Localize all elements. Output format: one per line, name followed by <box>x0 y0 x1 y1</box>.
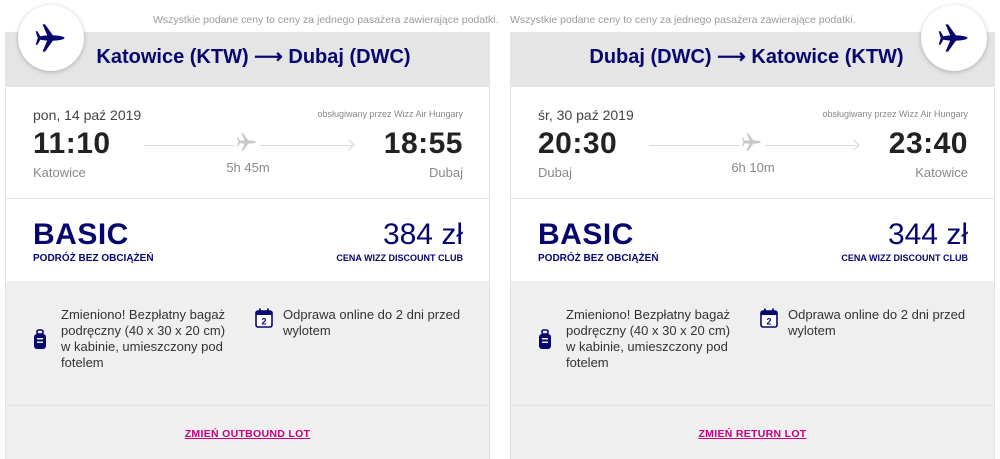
cabin-bag-icon <box>539 329 551 349</box>
operator-note: obsługiwany przez Wizz Air Hungary <box>317 109 463 119</box>
arrival-city: Katowice <box>915 165 968 180</box>
fare-name: BASIC <box>538 218 634 251</box>
cabin-bag-benefit: Zmieniono! Bezpłatny bagaż podręczny (40… <box>61 307 226 370</box>
flight-duration: 6h 10m <box>731 160 775 175</box>
small-plane-icon <box>739 129 765 155</box>
fare-name: BASIC <box>33 218 129 251</box>
outbound-flight-card: Wszystkie podane ceny to ceny za jednego… <box>5 0 499 459</box>
flight-date: pon, 14 paź 2019 <box>33 107 142 123</box>
departure-city: Dubaj <box>538 165 572 180</box>
operator-note: obsługiwany przez Wizz Air Hungary <box>822 109 968 119</box>
change-outbound-link[interactable]: ZMIEŃ OUTBOUND LOT <box>6 428 489 440</box>
departure-time: 11:10 <box>33 127 111 160</box>
fare-price: 344 zł <box>887 218 968 251</box>
price-note: CENA WIZZ DISCOUNT CLUB <box>841 253 968 263</box>
flight-duration: 5h 45m <box>226 160 270 175</box>
calendar-icon: 2 <box>760 308 778 328</box>
plane-badge <box>18 5 84 71</box>
price-notice: Wszystkie podane ceny to ceny za jednego… <box>510 14 856 26</box>
fare-description: PODRÓŻ BEZ OBCIĄŻEŃ <box>33 253 154 264</box>
fare-benefits: Zmieniono! Bezpłatny bagaż podręczny (40… <box>5 281 490 405</box>
change-return-link[interactable]: ZMIEŃ RETURN LOT <box>511 428 994 440</box>
svg-text:2: 2 <box>261 317 266 327</box>
cabin-bag-benefit: Zmieniono! Bezpłatny bagaż podręczny (40… <box>566 307 731 370</box>
fare-description: PODRÓŻ BEZ OBCIĄŻEŃ <box>538 253 659 264</box>
calendar-icon: 2 <box>255 308 273 328</box>
plane-badge <box>921 5 987 71</box>
online-checkin-benefit: Odprawa online do 2 dni przed wylotem <box>283 307 461 338</box>
price-note: CENA WIZZ DISCOUNT CLUB <box>336 253 463 263</box>
fare-section: BASIC PODRÓŻ BEZ OBCIĄŻEŃ 344 zł CENA WI… <box>510 199 995 281</box>
fare-benefits: Zmieniono! Bezpłatny bagaż podręczny (40… <box>510 281 995 405</box>
small-plane-icon <box>234 129 260 155</box>
svg-text:2: 2 <box>766 317 771 327</box>
departure-time: 20:30 <box>538 127 618 160</box>
departure-city: Katowice <box>33 165 86 180</box>
plane-icon <box>35 24 65 52</box>
plane-icon <box>938 24 968 52</box>
cabin-bag-icon <box>34 329 46 349</box>
arrival-city: Dubaj <box>429 165 463 180</box>
price-notice: Wszystkie podane ceny to ceny za jednego… <box>153 14 499 26</box>
fare-price: 384 zł <box>382 218 463 251</box>
fare-section: BASIC PODRÓŻ BEZ OBCIĄŻEŃ 384 zł CENA WI… <box>5 199 490 281</box>
return-flight-card: Wszystkie podane ceny to ceny za jednego… <box>510 0 995 459</box>
arrival-time: 23:40 <box>888 127 968 160</box>
flight-date: śr, 30 paź 2019 <box>538 107 634 123</box>
flight-details: pon, 14 paź 2019 obsługiwany przez Wizz … <box>5 87 490 199</box>
arrival-time: 18:55 <box>383 127 463 160</box>
flight-details: śr, 30 paź 2019 obsługiwany przez Wizz A… <box>510 87 995 199</box>
change-footer: ZMIEŃ OUTBOUND LOT <box>5 405 490 459</box>
online-checkin-benefit: Odprawa online do 2 dni przed wylotem <box>788 307 966 338</box>
change-footer: ZMIEŃ RETURN LOT <box>510 405 995 459</box>
